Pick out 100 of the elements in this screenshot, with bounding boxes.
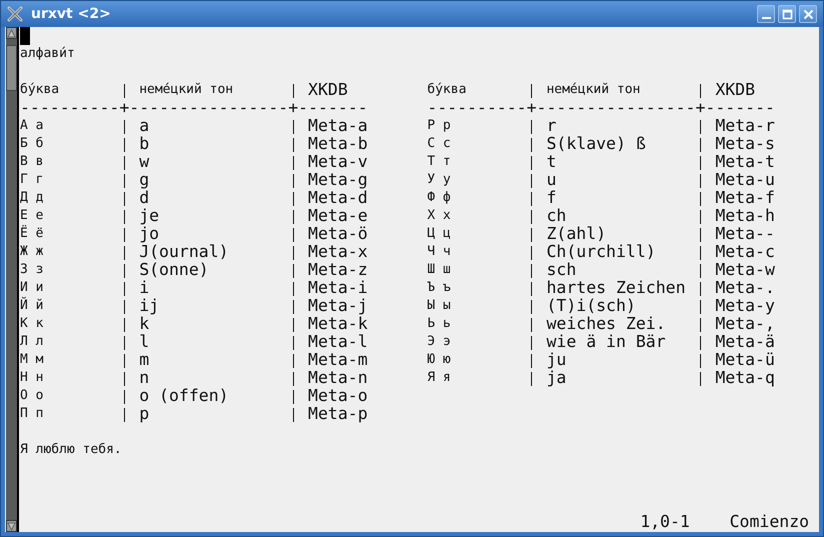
close-button[interactable]	[799, 5, 817, 23]
key-cell: Meta-a	[308, 117, 368, 135]
letter-cell: Я я	[427, 369, 451, 387]
sound-cell: d	[139, 189, 150, 207]
scroll-up-button[interactable]	[6, 27, 17, 39]
letter-cell: О о	[20, 387, 44, 405]
maximize-button[interactable]	[778, 5, 796, 23]
letter-cell: Л л	[20, 333, 44, 351]
letter-cell: Г г	[20, 171, 44, 189]
letter-cell: Ц ц	[427, 225, 451, 243]
sound-cell: weiches Zei.	[546, 315, 666, 333]
letter-cell: Ж ж	[20, 243, 44, 261]
key-cell: Meta-z	[308, 261, 368, 279]
sound-cell: jo	[139, 225, 160, 243]
letter-cell: Т т	[427, 153, 451, 171]
letter-cell: В в	[20, 153, 44, 171]
letter-cell: Д д	[20, 189, 44, 207]
letter-cell: Р р	[427, 117, 451, 135]
crossed-tools-icon	[7, 6, 23, 22]
letter-cell: Ё ё	[20, 225, 44, 243]
key-cell: Meta-h	[715, 207, 775, 225]
up-arrow-icon	[7, 28, 16, 38]
sound-cell: u	[546, 171, 556, 189]
sound-cell: k	[139, 315, 150, 333]
scroll-thumb[interactable]	[6, 45, 17, 91]
key-cell: Meta-q	[715, 369, 775, 387]
key-cell: Meta-e	[308, 207, 368, 225]
sound-cell: l	[139, 333, 150, 351]
minimize-button[interactable]	[757, 5, 775, 23]
footer-text: Я люблю тебя.	[20, 441, 122, 459]
sound-cell: i	[139, 279, 150, 297]
letter-cell: Ф ф	[427, 189, 451, 207]
heading-text: алфави́т	[20, 45, 75, 63]
key-cell: Meta-b	[308, 135, 368, 153]
column-header: XKDB	[308, 81, 348, 99]
key-cell: Meta-ü	[715, 351, 775, 369]
letter-cell: Ы ы	[427, 297, 451, 315]
maximize-icon	[782, 8, 792, 20]
key-cell: Meta-o	[308, 387, 368, 405]
sound-cell: r	[546, 117, 556, 135]
letter-cell: М м	[20, 351, 44, 369]
sound-cell: m	[139, 351, 150, 369]
letter-cell: Е е	[20, 207, 44, 225]
letter-cell: Ъ ъ	[427, 279, 451, 297]
letter-cell: Й й	[20, 297, 44, 315]
sound-cell: o (offen)	[139, 387, 229, 405]
letter-cell: Х х	[427, 207, 451, 225]
letter-cell: Э э	[427, 333, 451, 351]
sound-cell: w	[139, 153, 150, 171]
sound-cell: (T)i(sch)	[546, 297, 636, 315]
key-cell: Meta-s	[715, 135, 775, 153]
key-cell: Meta-.	[715, 279, 775, 297]
column-header: неме́цкий тон	[139, 81, 234, 99]
column-header: бу́ква	[20, 81, 60, 99]
sound-cell: je	[139, 207, 160, 225]
close-icon	[802, 8, 814, 20]
sound-cell: wie ä in Bär	[546, 333, 666, 351]
scroll-down-button[interactable]	[6, 520, 17, 532]
letter-cell: У у	[427, 171, 451, 189]
key-cell: Meta-u	[715, 171, 775, 189]
key-cell: Meta-l	[308, 333, 368, 351]
key-cell: Meta-w	[715, 261, 775, 279]
key-cell: Meta-d	[308, 189, 368, 207]
sound-cell: p	[139, 405, 150, 423]
letter-cell: Н н	[20, 369, 44, 387]
sound-cell: Z(ahl)	[546, 225, 606, 243]
key-cell: Meta-i	[308, 279, 368, 297]
letter-cell: К к	[20, 315, 44, 333]
sound-cell: t	[546, 153, 556, 171]
letter-cell: С с	[427, 135, 451, 153]
key-cell: Meta-r	[715, 117, 775, 135]
letter-cell: Ш ш	[427, 261, 451, 279]
sound-cell: b	[139, 135, 150, 153]
scroll-position: Comienzo	[730, 513, 810, 531]
separator-line: ----------+----------------+-------	[20, 99, 368, 117]
letter-cell: Б б	[20, 135, 44, 153]
key-cell: Meta-m	[308, 351, 368, 369]
key-cell: Meta-ö	[308, 225, 368, 243]
sound-cell: ch	[546, 207, 566, 225]
sound-cell: sch	[546, 261, 576, 279]
key-cell: Meta-,	[715, 315, 775, 333]
down-arrow-icon	[7, 522, 16, 530]
minimize-icon	[762, 17, 770, 19]
column-header: XKDB	[715, 81, 756, 99]
key-cell: Meta-ä	[715, 333, 775, 351]
key-cell: Meta-p	[308, 405, 368, 423]
key-cell: Meta-t	[715, 153, 775, 171]
sound-cell: S(klave) ß	[546, 135, 646, 153]
sound-cell: a	[139, 117, 150, 135]
scrollbar[interactable]	[6, 27, 19, 532]
sound-cell: S(onne)	[139, 261, 209, 279]
window-title: urxvt <2>	[31, 6, 112, 22]
key-cell: Meta-x	[308, 243, 368, 261]
letter-cell: П п	[20, 405, 44, 423]
key-cell: Meta-n	[308, 369, 368, 387]
sound-cell: g	[139, 171, 150, 189]
sound-cell: ju	[546, 351, 566, 369]
key-cell: Meta-c	[715, 243, 775, 261]
key-cell: Meta-g	[308, 171, 368, 189]
letter-cell: Ь ь	[427, 315, 451, 333]
